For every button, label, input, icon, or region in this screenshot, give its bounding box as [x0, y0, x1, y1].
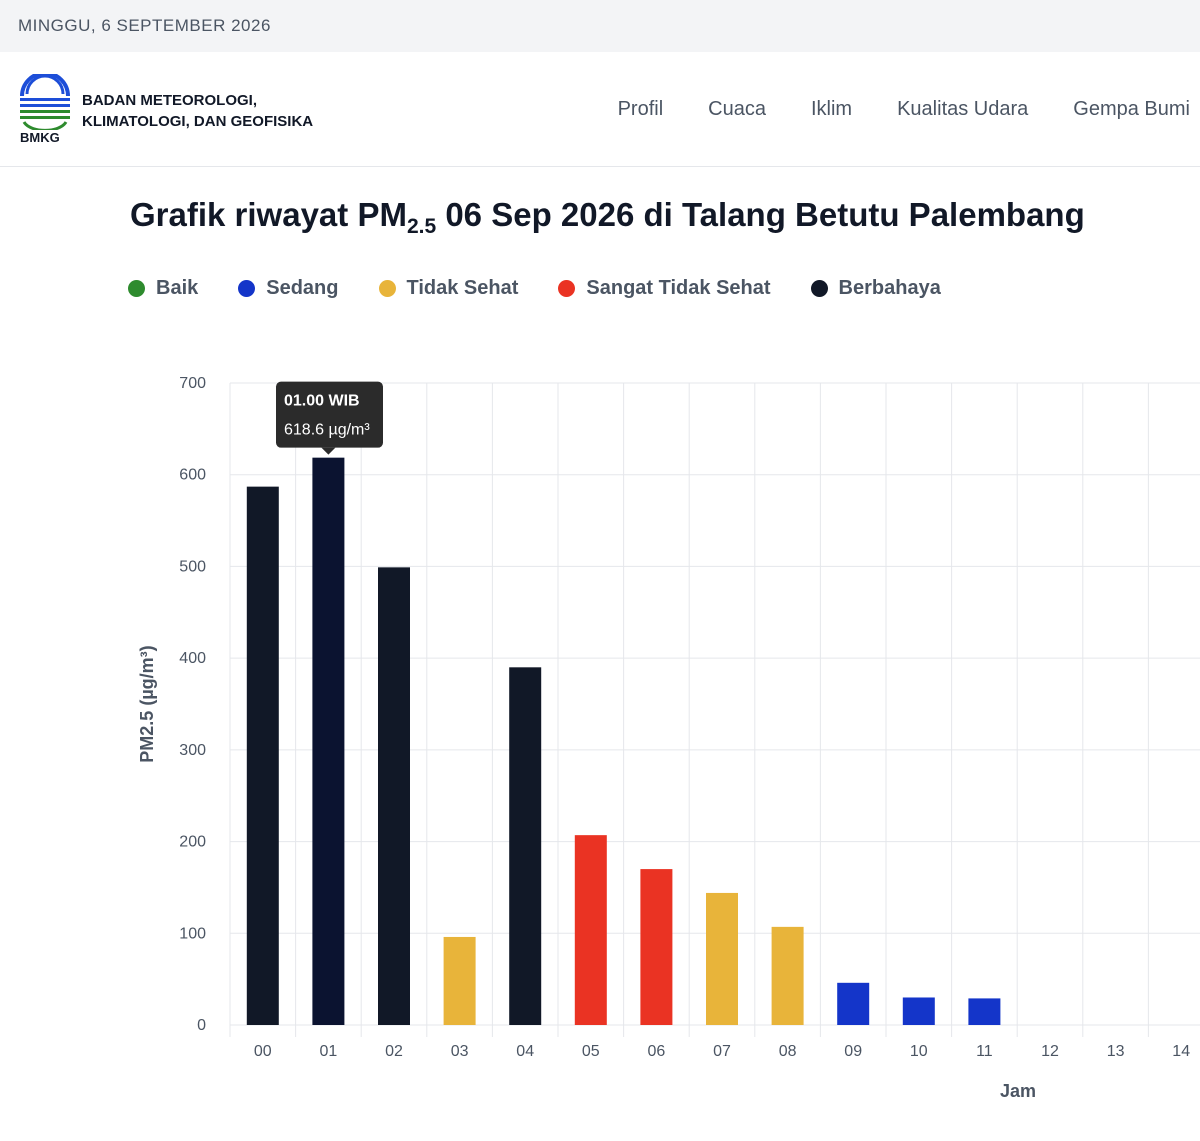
bar-06[interactable] — [640, 869, 673, 1025]
bar-07[interactable] — [706, 892, 738, 1025]
bar-04[interactable] — [509, 667, 542, 1025]
x-tick-label: 13 — [1107, 1043, 1125, 1060]
y-tick-label: 0 — [197, 1017, 206, 1034]
x-tick-label: 04 — [516, 1043, 534, 1060]
y-tick-label: 700 — [179, 375, 206, 392]
y-tick-label: 400 — [179, 650, 206, 667]
pm25-bar-chart: 0 100 200 300 400 500 600 700 00 01 02 03 04 05 06 07 08… — [137, 375, 1200, 1101]
bar-11[interactable] — [968, 998, 1001, 1025]
y-tick-label: 600 — [179, 467, 206, 484]
bar-03[interactable] — [443, 936, 476, 1025]
y-tick-label: 200 — [179, 834, 206, 851]
bar-02[interactable] — [378, 567, 410, 1025]
bar-01[interactable] — [312, 457, 345, 1026]
x-tick-label: 10 — [910, 1043, 928, 1060]
x-tick-label: 11 — [976, 1043, 993, 1060]
y-tick-label: 500 — [179, 558, 206, 575]
bar-00[interactable] — [246, 486, 279, 1025]
x-axis-title: Jam — [1000, 1081, 1036, 1101]
tooltip-value: 618.6 µg/m³ — [284, 422, 370, 439]
x-tick-label: 09 — [844, 1043, 862, 1060]
bar-10[interactable] — [902, 997, 935, 1025]
x-tick-label: 07 — [713, 1043, 731, 1060]
x-tick-label: 05 — [582, 1043, 600, 1060]
y-tick-label: 300 — [179, 742, 206, 759]
bar-08[interactable] — [771, 926, 804, 1025]
bar-tooltip: 01.00 WIB 618.6 µg/m³ — [276, 381, 383, 455]
x-tick-label: 06 — [648, 1043, 666, 1060]
bar-05[interactable] — [574, 835, 607, 1025]
tooltip-title: 01.00 WIB — [284, 393, 360, 410]
x-tick-label: 01 — [320, 1043, 338, 1060]
x-tick-label: 03 — [451, 1043, 469, 1060]
bar-09[interactable] — [837, 982, 870, 1025]
y-axis-title: PM2.5 (µg/m³) — [137, 645, 157, 762]
x-tick-label: 00 — [254, 1043, 272, 1060]
x-tick-label: 08 — [779, 1043, 797, 1060]
x-tick-label: 12 — [1041, 1043, 1059, 1060]
x-tick-label: 02 — [385, 1043, 403, 1060]
y-tick-label: 100 — [179, 925, 206, 942]
x-tick-label: 14 — [1172, 1043, 1190, 1060]
